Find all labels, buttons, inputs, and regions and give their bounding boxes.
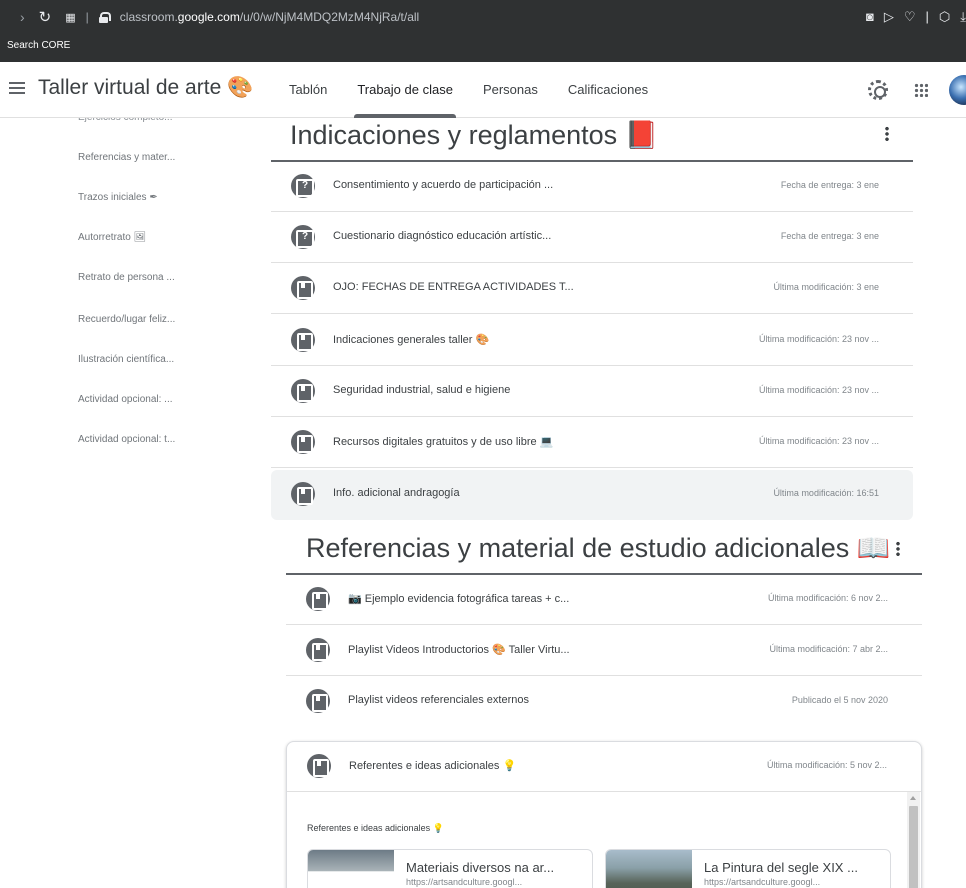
item-date: Última modificación: 7 abr 2... [769,644,888,654]
card-scrollbar[interactable] [907,792,920,888]
list-item[interactable]: Info. adicional andragogía Última modifi… [271,470,913,520]
item-date: Última modificación: 23 nov ... [758,436,879,446]
list-item[interactable]: 📷 Ejemplo evidencia fotográfica tareas +… [286,575,922,625]
toolbar-separator: | [925,9,929,24]
forward-icon[interactable]: › [20,9,25,25]
material-icon [306,689,330,713]
material-icon [291,379,315,403]
item-date: Última modificación: 5 nov 2... [766,760,887,770]
classroom-header: Taller virtual de arte 🎨 Tablón Trabajo … [0,62,966,118]
material-icon [307,754,331,778]
item-date: Fecha de entrega: 3 ene [780,231,879,241]
attachment-url: https://artsandculture.googl... [406,877,523,887]
download-icon[interactable]: ⤓ [960,9,966,25]
apps-grid-icon[interactable]: ▦ [65,11,75,24]
topic-title-referencias: Referencias y material de estudio adicio… [306,533,891,563]
item-date: Última modificación: 23 nov ... [758,385,879,395]
list-item[interactable]: Indicaciones generales taller 🎨 Última m… [271,316,913,366]
expanded-item-header[interactable]: Referentes e ideas adicionales 💡 Última … [287,742,921,792]
topic-more-options-icon[interactable] [885,126,889,142]
item-title: Consentimiento y acuerdo de participació… [333,179,554,191]
item-title: OJO: FECHAS DE ENTREGA ACTIVIDADES T... [333,281,574,293]
cube-icon[interactable]: ⬡ [939,9,950,25]
tab-tablon[interactable]: Tablón [274,62,342,118]
list-item[interactable]: Recursos digitales gratuitos y de uso li… [271,418,913,468]
sidebar-item-retrato[interactable]: Retrato de persona ... [78,272,175,283]
menu-icon[interactable] [9,82,25,94]
reload-icon[interactable]: ↻ [39,8,52,26]
item-date: Última modificación: 3 ene [773,282,879,292]
material-icon [306,638,330,662]
scrollbar-thumb[interactable] [909,806,918,888]
material-icon [291,328,315,352]
lock-icon[interactable] [98,11,111,23]
camera-icon[interactable]: ◙ [866,9,874,25]
item-date: Fecha de entrega: 3 ene [780,180,879,190]
attachment-card[interactable]: La Pintura del segle XIX ... https://art… [605,849,891,888]
address-bar-row: › ↻ ▦ | classroom.google.com/u/0/w/NjM4M… [0,0,966,34]
expanded-material-card: Referentes e ideas adicionales 💡 Última … [286,741,922,888]
material-icon [291,276,315,300]
item-title: Indicaciones generales taller 🎨 [333,334,490,346]
sidebar-item-recuerdo[interactable]: Recuerdo/lugar feliz... [78,314,175,325]
class-title[interactable]: Taller virtual de arte 🎨 [38,76,253,100]
item-title: Playlist videos referenciales externos [348,694,529,706]
list-item[interactable]: Seguridad industrial, salud e higiene Úl… [271,367,913,417]
send-icon[interactable]: ▷ [884,9,894,25]
question-icon [291,225,315,249]
item-date: Publicado el 5 nov 2020 [791,695,888,705]
item-title: Playlist Videos Introductorios 🎨 Taller … [348,644,570,656]
list-item[interactable]: Cuestionario diagnóstico educación artís… [271,213,913,263]
sidebar-item-actividad-2[interactable]: Actividad opcional: t... [78,434,175,445]
sidebar-item-autorretrato[interactable]: Autorretrato 🖼 [78,232,146,243]
list-item[interactable]: Consentimiento y acuerdo de participació… [271,162,913,212]
sidebar-item-partial[interactable]: Ejercicios completo... [78,118,172,122]
class-tabs: Tablón Trabajo de clase Personas Calific… [274,62,663,118]
item-title: 📷 Ejemplo evidencia fotográfica tareas +… [348,593,570,605]
item-title: Referentes e ideas adicionales 💡 [349,760,517,772]
sidebar-item-referencias[interactable]: Referencias y mater... [78,152,175,163]
item-title: Info. adicional andragogía [333,487,460,499]
sidebar-item-trazos[interactable]: Trazos iniciales ✒ [78,192,158,203]
material-icon [291,482,315,506]
item-date: Última modificación: 16:51 [773,488,879,498]
attachment-thumbnail [308,850,394,888]
address-separator: | [85,10,89,24]
heart-icon[interactable]: ♡ [904,9,916,25]
scroll-up-icon[interactable] [910,796,916,800]
browser-toolbar-icons: ◙ ▷ ♡ | ⬡ ⤓ [866,9,966,25]
tab-calificaciones[interactable]: Calificaciones [553,62,663,118]
item-description: Referentes e ideas adicionales 💡 [307,823,444,833]
topic-title-indicaciones: Indicaciones y reglamentos 📕 [290,120,659,150]
item-title: Seguridad industrial, salud e higiene [333,384,511,396]
avatar[interactable] [949,75,966,105]
google-apps-icon[interactable] [914,83,928,97]
item-date: Última modificación: 6 nov 2... [767,593,888,603]
item-date: Última modificación: 23 nov ... [758,334,879,344]
browser-chrome: › ↻ ▦ | classroom.google.com/u/0/w/NjM4M… [0,0,966,62]
attachment-thumbnail [606,850,692,888]
settings-gear-icon[interactable] [868,80,888,100]
list-item[interactable]: Playlist Videos Introductorios 🎨 Taller … [286,626,922,676]
list-item[interactable]: OJO: FECHAS DE ENTREGA ACTIVIDADES T... … [271,264,913,314]
extension-search-core[interactable]: Search CORE [7,40,70,51]
item-title: Recursos digitales gratuitos y de uso li… [333,436,554,448]
list-item[interactable]: Playlist videos referenciales externos P… [286,677,922,727]
sidebar-item-ilustracion[interactable]: Ilustración científica... [78,354,174,365]
material-icon [291,430,315,454]
address-bar-url[interactable]: classroom.google.com/u/0/w/NjM4MDQ2MzM4N… [120,10,419,24]
attachment-url: https://artsandculture.googl... [704,877,821,887]
question-icon [291,174,315,198]
material-icon [306,587,330,611]
tab-trabajo-de-clase[interactable]: Trabajo de clase [342,62,468,118]
attachment-card[interactable]: Materiais diversos na ar... https://arts… [307,849,593,888]
item-title: Cuestionario diagnóstico educación artís… [333,230,552,242]
topic-more-options-icon[interactable] [896,541,900,557]
attachment-title: Materiais diversos na ar... [406,860,555,875]
attachment-title: La Pintura del segle XIX ... [704,860,858,875]
tab-personas[interactable]: Personas [468,62,553,118]
sidebar-item-actividad-1[interactable]: Actividad opcional: ... [78,394,173,405]
